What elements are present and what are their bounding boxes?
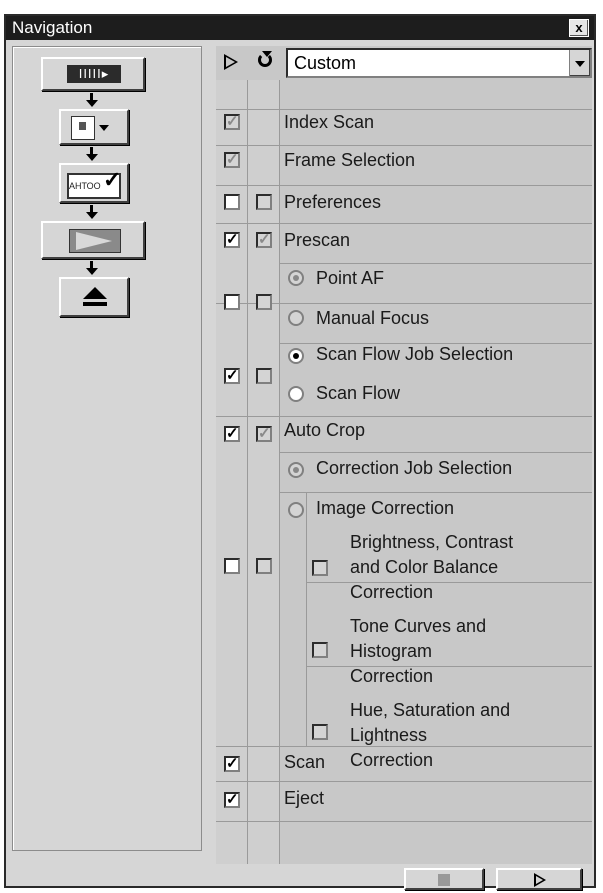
brightness-line-2: and Color Balance — [350, 557, 499, 577]
dropdown-arrow-icon — [99, 125, 109, 131]
scan-flow-repeat-checkbox — [256, 368, 272, 384]
chevron-down-icon[interactable] — [569, 50, 590, 76]
divider — [280, 492, 592, 493]
divider — [216, 303, 592, 304]
hue-line-2: Lightness — [350, 725, 428, 745]
scan-flow-job-selection-label: Scan Flow Job Selection — [316, 344, 514, 364]
prescan-auto-checkbox[interactable]: ✓ — [224, 232, 240, 248]
divider — [216, 416, 592, 417]
checkmark-icon: ✓ — [103, 167, 122, 192]
scan-flow-radio[interactable] — [288, 386, 304, 402]
correction-job-selection-radio — [288, 462, 304, 478]
index-scan-auto-checkbox: ✓ — [224, 113, 240, 130]
flow-panel: IIIII▸ АНТОО ✓ — [12, 46, 202, 851]
prescan-label: Prescan — [284, 230, 351, 250]
preset-value: Custom — [294, 53, 357, 73]
correction-job-selection-label: Correction Job Selection — [316, 458, 513, 478]
index-scan-label: Index Scan — [284, 112, 375, 132]
frame-selection-label: Frame Selection — [284, 150, 416, 170]
hue-line-1: Hue, Saturation and — [350, 700, 511, 720]
manual-focus-radio — [288, 310, 304, 326]
divider — [216, 145, 592, 146]
divider — [216, 821, 592, 822]
point-af-radio — [288, 270, 304, 286]
close-button[interactable]: x — [569, 19, 589, 37]
tone-curves-checkbox — [312, 642, 328, 658]
scan-flow-label: Scan Flow — [316, 383, 401, 403]
brightness-line-3: Correction — [350, 582, 434, 602]
eject-icon — [83, 287, 107, 306]
title-bar[interactable]: Navigation x — [6, 16, 594, 40]
tone-line-2: Histogram — [350, 641, 433, 661]
control-bar — [12, 868, 592, 890]
loop-arrow-head — [262, 51, 272, 57]
correction-auto-checkbox[interactable] — [224, 558, 240, 574]
auto-crop-label: Auto Crop — [284, 420, 366, 440]
focus-repeat-checkbox — [256, 294, 272, 310]
index-film-icon: IIIII▸ — [67, 65, 121, 83]
scan-flow-auto-checkbox[interactable]: ✓ — [224, 368, 240, 384]
play-triangle-inner — [226, 57, 235, 67]
hue-saturation-label: Hue, Saturation and Lightness Correction — [350, 698, 510, 773]
preferences-auto-checkbox[interactable] — [224, 194, 240, 210]
divider — [216, 185, 592, 186]
brightness-correction-checkbox — [312, 560, 328, 576]
preset-select[interactable]: Custom — [286, 48, 592, 78]
preferences-repeat-checkbox — [256, 194, 272, 210]
eject-nav-button[interactable] — [59, 277, 129, 317]
hue-saturation-checkbox — [312, 724, 328, 740]
stop-icon — [438, 874, 450, 886]
index-scan-nav-button[interactable]: IIIII▸ — [41, 57, 145, 91]
scan-nav-button[interactable] — [41, 221, 145, 259]
tone-curves-label: Tone Curves and Histogram Correction — [350, 614, 486, 689]
prescan-repeat-checkbox: ✓ — [256, 231, 272, 248]
window-title: Navigation — [12, 18, 93, 37]
down-arrow-icon — [86, 100, 98, 107]
scan-flow-job-selection-radio[interactable] — [288, 348, 304, 364]
down-arrow-icon — [86, 212, 98, 219]
frame-select-nav-button[interactable] — [59, 109, 129, 145]
image-correction-radio — [288, 502, 304, 518]
scan-auto-checkbox[interactable]: ✓ — [224, 756, 240, 772]
close-icon: x — [575, 20, 583, 35]
frame-thumb-icon — [71, 116, 95, 140]
play-button[interactable] — [496, 868, 582, 890]
auto-crop-repeat-checkbox: ✓ — [256, 425, 272, 442]
stop-button[interactable] — [404, 868, 484, 890]
frame-selection-auto-checkbox: ✓ — [224, 151, 240, 168]
options-header: Custom — [216, 46, 592, 80]
scan-label: Scan — [284, 752, 326, 772]
play-icon — [69, 229, 121, 253]
focus-auto-checkbox[interactable] — [224, 294, 240, 310]
divider — [280, 452, 592, 453]
divider — [280, 263, 592, 264]
divider — [216, 223, 592, 224]
point-af-label: Point AF — [316, 268, 385, 288]
options-panel: Custom ✓ Index Scan ✓ Frame Selection Pr… — [216, 46, 592, 864]
preferences-label: Preferences — [284, 192, 382, 212]
play-icon-inner — [536, 876, 543, 884]
eject-label: Eject — [284, 788, 325, 808]
brightness-line-1: Brightness, Contrast — [350, 532, 514, 552]
down-arrow-icon — [86, 268, 98, 275]
divider — [306, 492, 307, 746]
correction-repeat-checkbox — [256, 558, 272, 574]
image-correction-label: Image Correction — [316, 498, 455, 518]
divider — [216, 109, 592, 110]
divider — [216, 781, 592, 782]
eject-auto-checkbox[interactable]: ✓ — [224, 792, 240, 808]
tone-line-1: Tone Curves and — [350, 616, 487, 636]
brightness-correction-label: Brightness, Contrast and Color Balance C… — [350, 530, 513, 605]
auto-crop-auto-checkbox[interactable]: ✓ — [224, 426, 240, 442]
down-arrow-icon — [86, 154, 98, 161]
job-select-nav-button[interactable]: АНТОО ✓ — [59, 163, 129, 203]
manual-focus-label: Manual Focus — [316, 308, 430, 328]
navigation-window: Navigation x IIIII▸ АНТОО ✓ Custom ✓ Ind… — [4, 14, 596, 890]
tone-line-3: Correction — [350, 666, 434, 686]
hue-line-3: Correction — [350, 750, 434, 770]
